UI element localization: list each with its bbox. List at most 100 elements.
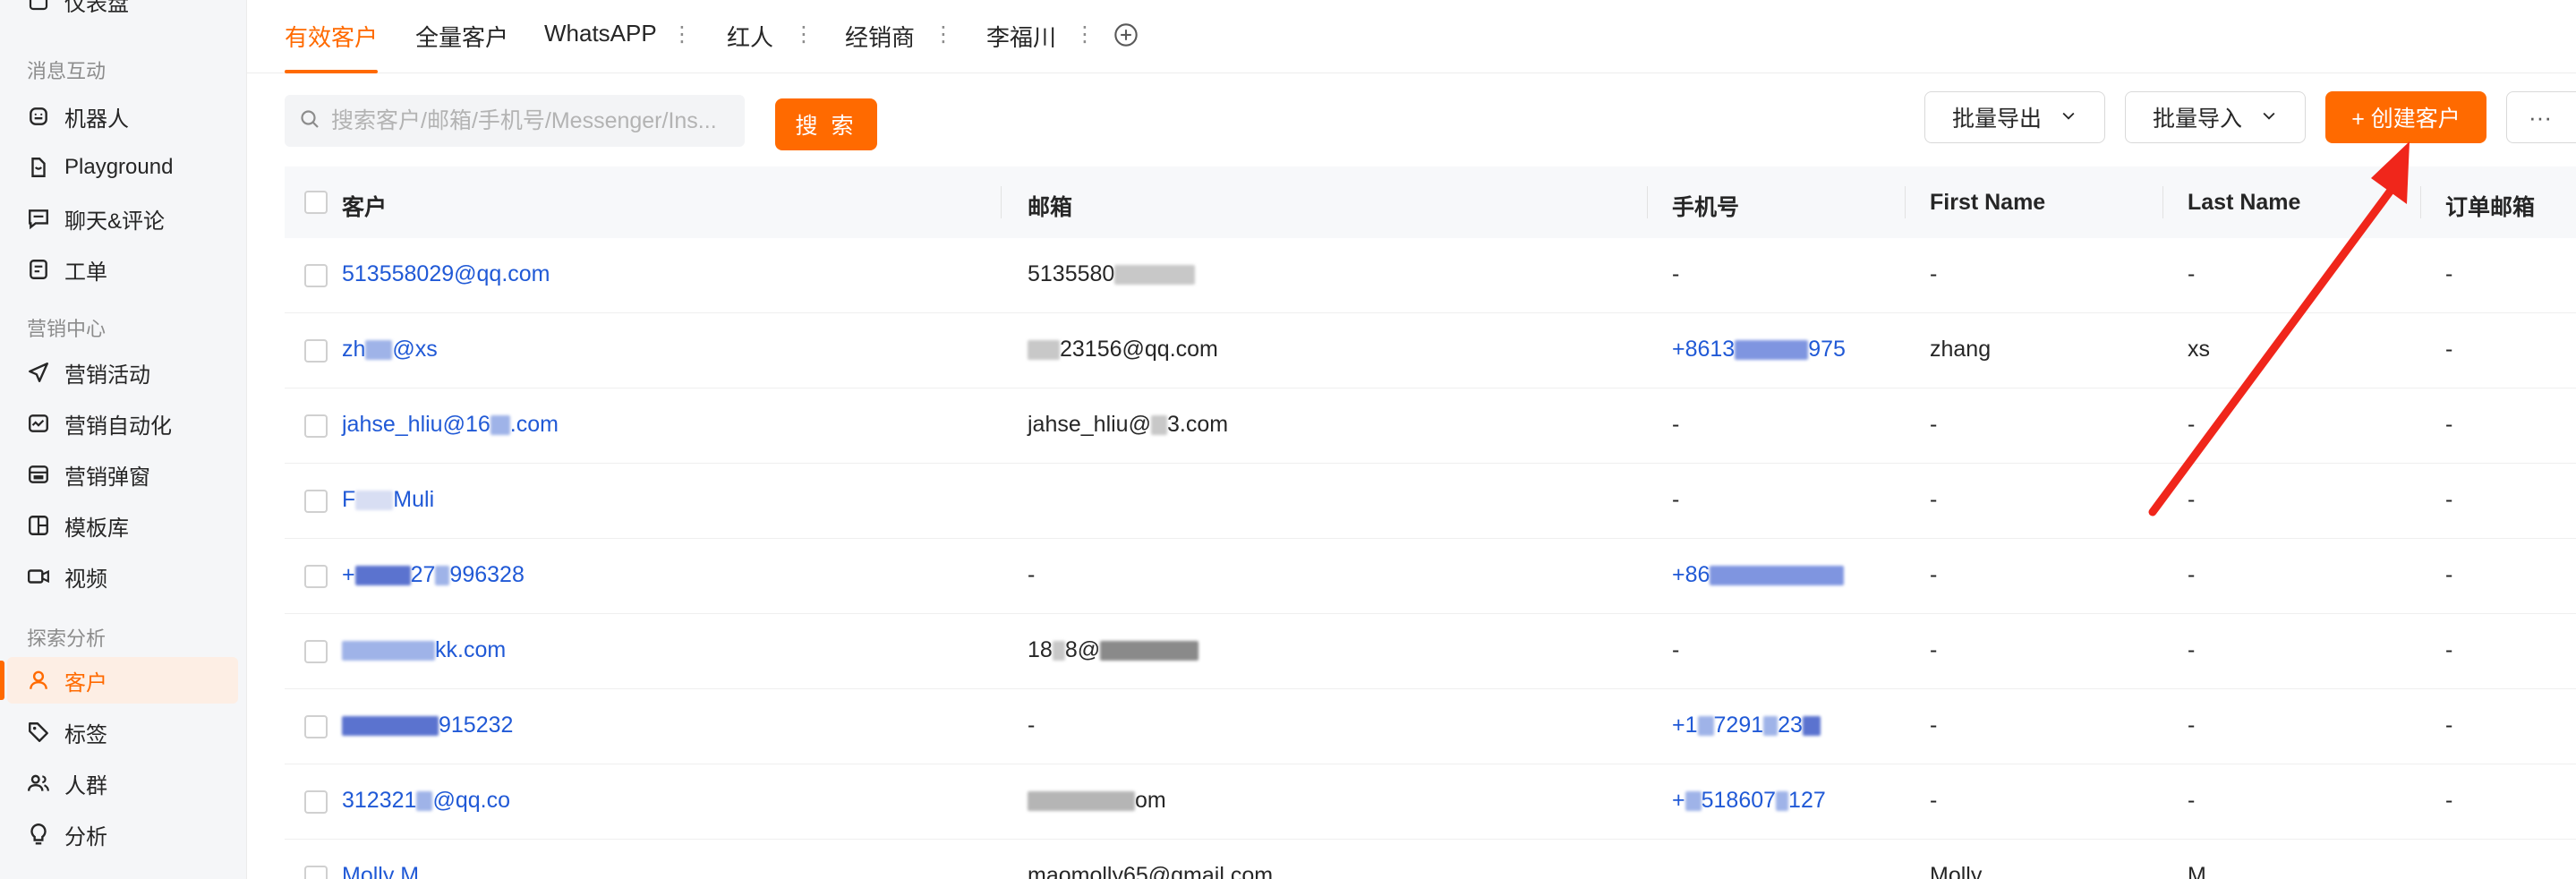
sidebar: 仪表盘 消息互动 机器人 Playground 聊天&评论 工单 营销中心 营销… [0, 0, 247, 879]
table-row[interactable]: 513558029@qq.com 5135580 - - - - [285, 238, 2576, 313]
redacted-mask [1052, 641, 1065, 661]
row-checkbox[interactable] [304, 866, 328, 879]
column-header-customer[interactable]: 客户 [342, 190, 387, 222]
row-checkbox[interactable] [304, 414, 328, 438]
column-header-last-name[interactable]: Last Name [2188, 190, 2300, 216]
automation-icon [25, 410, 52, 437]
sidebar-item-label: 仪表盘 [64, 0, 129, 16]
redacted-mask [1776, 791, 1789, 812]
table-row[interactable]: 915232 - +1 7291 23 - - - [285, 689, 2576, 764]
tab-more-icon[interactable]: ⋮ [793, 21, 815, 47]
user-icon [25, 667, 52, 694]
redacted-mask [342, 641, 435, 661]
add-tab-icon[interactable] [1113, 22, 1139, 47]
tab-more-icon[interactable]: ⋮ [1074, 21, 1096, 47]
tab-more-icon[interactable]: ⋮ [671, 21, 693, 47]
first-name-cell: - [1930, 713, 1938, 738]
select-all-checkbox[interactable] [304, 191, 328, 214]
table-row[interactable]: zh @xs 23156@qq.com +8613 975 zhang xs - [285, 313, 2576, 388]
order-email-cell: - [2445, 337, 2453, 362]
customer-link[interactable]: 312321 @qq.co [342, 788, 510, 814]
sidebar-item-campaigns[interactable]: 营销活动 [7, 349, 238, 396]
row-checkbox[interactable] [304, 339, 328, 363]
tab-active-indicator [285, 70, 378, 73]
more-actions-button[interactable]: ··· [2506, 91, 2576, 143]
sidebar-item-robot[interactable]: 机器人 [7, 93, 238, 140]
tab-more-icon[interactable]: ⋮ [933, 21, 954, 47]
sidebar-item-label: 营销弹窗 [64, 465, 150, 490]
customer-link[interactable]: F Muli [342, 487, 434, 513]
phone-link[interactable]: +518607 127 [1672, 788, 1826, 814]
phone-link[interactable]: +8613 975 [1672, 337, 1846, 363]
sidebar-item-label: 模板库 [64, 516, 129, 541]
email-cell: 18 8@ [1028, 637, 1199, 663]
tab-influencers[interactable]: 红人 [727, 20, 773, 53]
sidebar-item-dashboard[interactable]: 仪表盘 [7, 0, 238, 16]
row-checkbox[interactable] [304, 565, 328, 588]
customer-link[interactable]: zh @xs [342, 337, 438, 363]
row-checkbox[interactable] [304, 790, 328, 814]
tab-distributors[interactable]: 经销商 [845, 20, 915, 53]
phone-cell: - [1672, 487, 1680, 512]
row-checkbox[interactable] [304, 640, 328, 663]
customer-link[interactable]: 915232 [342, 713, 513, 738]
column-header-first-name[interactable]: First Name [1930, 190, 2045, 216]
table-row[interactable]: kk.com 18 8@ - - - - [285, 614, 2576, 689]
table-row[interactable]: Molly M maomolly65@gmail.com Molly M [285, 840, 2576, 879]
last-name-cell: - [2188, 562, 2196, 587]
sidebar-item-analysis[interactable]: 分析 [7, 811, 238, 858]
column-header-phone[interactable]: 手机号 [1672, 190, 1739, 222]
customer-link[interactable]: kk.com [342, 637, 506, 663]
email-cell: jahse_hliu@ 3.com [1028, 412, 1229, 437]
email-cell: maomolly65@gmail.com [1028, 863, 1274, 879]
sidebar-item-video[interactable]: 视频 [7, 553, 238, 600]
table-row[interactable]: F Muli - - - - [285, 464, 2576, 539]
tab-all-customers[interactable]: 全量客户 [415, 20, 508, 53]
table-row[interactable]: 312321 @qq.co om +518607 127 - - - [285, 764, 2576, 840]
redacted-mask [1710, 566, 1845, 586]
phone-cell: - [1672, 412, 1680, 437]
tab-whatsapp[interactable]: WhatsAPP [544, 20, 657, 47]
create-customer-button[interactable]: + 创建客户 [2325, 91, 2486, 143]
sidebar-item-audience[interactable]: 人群 [7, 760, 238, 806]
sidebar-item-label: 机器人 [64, 107, 129, 132]
sidebar-group-label: 营销中心 [27, 318, 107, 340]
customer-link[interactable]: 513558029@qq.com [342, 261, 550, 287]
tab-custom-segment[interactable]: 李福川 [986, 20, 1056, 53]
sidebar-item-customers[interactable]: 客户 [0, 657, 238, 704]
redacted-mask [490, 415, 510, 436]
column-header-email[interactable]: 邮箱 [1028, 190, 1072, 222]
search-input[interactable] [331, 107, 734, 134]
bulk-import-button[interactable]: 批量导入 [2125, 91, 2306, 143]
sidebar-item-tags[interactable]: 标签 [7, 709, 238, 755]
sidebar-item-ticket[interactable]: 工单 [7, 246, 238, 293]
sidebar-item-chat[interactable]: 聊天&评论 [7, 195, 238, 242]
last-name-cell: M [2188, 863, 2206, 879]
redacted-mask [1114, 265, 1196, 286]
customer-link[interactable]: jahse_hliu@16 .com [342, 412, 559, 438]
sidebar-item-playground[interactable]: Playground [7, 144, 238, 191]
sidebar-item-label: 客户 [64, 670, 107, 696]
phone-link[interactable]: +86 [1672, 562, 1845, 588]
order-email-cell: - [2445, 562, 2453, 587]
popup-icon [25, 461, 52, 488]
sidebar-item-automation[interactable]: 营销自动化 [7, 400, 238, 447]
robot-icon [25, 103, 52, 130]
phone-link[interactable]: +1 7291 23 [1672, 713, 1821, 738]
row-checkbox[interactable] [304, 264, 328, 287]
column-header-order-email[interactable]: 订单邮箱 [2445, 190, 2535, 222]
redacted-mask [1735, 340, 1809, 361]
sidebar-item-templates[interactable]: 模板库 [7, 502, 238, 549]
search-button[interactable]: 搜 索 [775, 98, 877, 150]
bulk-export-button[interactable]: 批量导出 [1924, 91, 2105, 143]
customer-link[interactable]: +27 996328 [342, 562, 525, 588]
sidebar-item-label: 营销自动化 [64, 414, 172, 439]
table-row[interactable]: jahse_hliu@16 .com jahse_hliu@ 3.com - - -… [285, 388, 2576, 464]
sidebar-item-popup[interactable]: 营销弹窗 [7, 451, 238, 498]
customer-link[interactable]: Molly M [342, 863, 419, 879]
tab-active-customers[interactable]: 有效客户 [285, 20, 378, 53]
row-checkbox[interactable] [304, 490, 328, 513]
row-checkbox[interactable] [304, 715, 328, 738]
playground-icon [25, 154, 52, 181]
table-row[interactable]: +27 996328 - +86 - - - [285, 539, 2576, 614]
